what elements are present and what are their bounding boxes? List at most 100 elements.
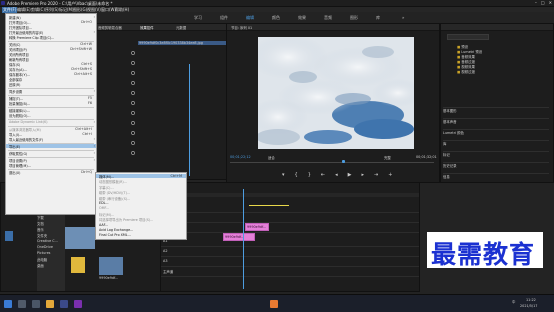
file-menu-item[interactable]: 同步设置 ›: [6, 89, 96, 94]
export-menu-item[interactable]: Avid Log Exchange...: [96, 228, 186, 232]
export-menu-item[interactable]: 磁带 (DV/HDV)(T)...: [96, 190, 186, 195]
premiere-taskbar-icon[interactable]: [60, 300, 68, 308]
file-menu-item[interactable]: 刷新所有项目: [6, 57, 96, 62]
effects-search-input[interactable]: [447, 34, 489, 40]
program-fit-select[interactable]: 适合: [268, 155, 275, 160]
section-libraries[interactable]: 库: [443, 140, 549, 151]
export-menu-item[interactable]: OMF...: [96, 206, 186, 210]
file-menu-item[interactable]: 保存副本(Y)... Ctrl+Alt+S: [6, 72, 96, 77]
file-menu-item[interactable]: 导入最近使用的文件(F) ›: [6, 137, 96, 142]
mark-in-icon[interactable]: {: [295, 172, 298, 178]
export-menu-item[interactable]: EDL...: [96, 201, 186, 205]
tab-assembly[interactable]: 组件: [220, 15, 228, 21]
file-menu-item[interactable]: 导出(E) ›: [6, 144, 96, 149]
tab-graphics[interactable]: 图形: [350, 15, 358, 21]
timeline-clip-v2[interactable]: 9990e9df...: [245, 223, 269, 231]
program-time-ruler[interactable]: [230, 162, 434, 163]
add-button-icon[interactable]: +: [388, 172, 392, 178]
file-menu-item[interactable]: 捕捉(T)... F5: [6, 96, 96, 101]
project-folder-item[interactable]: 桌面: [37, 263, 65, 269]
file-menu-item[interactable]: 打开项目(O)... Ctrl+O: [6, 20, 96, 25]
export-menu-item[interactable]: 字幕(C)...: [96, 185, 186, 190]
program-timecode-current[interactable]: 00;01;22;12: [230, 155, 251, 159]
tab-effects[interactable]: 效果: [298, 15, 306, 21]
file-menu-item[interactable]: 全部保存: [6, 77, 96, 82]
work-area-bar[interactable]: [249, 205, 289, 206]
export-menu-item[interactable]: 磁带 (串行设备)(S)...: [96, 196, 186, 201]
step-back-icon[interactable]: ◂: [335, 172, 338, 178]
search-icon[interactable]: [18, 300, 26, 308]
taskbar-date[interactable]: 2021/5/17: [520, 304, 537, 308]
track-a3[interactable]: A3: [161, 257, 419, 267]
tab-effect-controls[interactable]: 效果控件: [140, 25, 154, 30]
tab-more[interactable]: »: [402, 15, 404, 20]
export-menu-item[interactable]: Final Cut Pro XML...: [96, 233, 186, 237]
export-menu-item[interactable]: AAF...: [96, 223, 186, 227]
file-menu-item[interactable]: 关闭项目(P) Ctrl+Shift+W: [6, 47, 96, 52]
file-menu-item[interactable]: 保存(S) Ctrl+S: [6, 62, 96, 67]
folder-video-transitions[interactable]: ■ 视频过渡: [457, 69, 482, 74]
maximize-button[interactable]: □: [541, 0, 545, 5]
program-monitor-title[interactable]: 节目: 序列 01: [231, 25, 252, 30]
section-lumetri-color[interactable]: Lumetri 颜色: [443, 129, 549, 140]
file-menu-item[interactable]: 打开最近使用的内容(E) ›: [6, 30, 96, 35]
marker-icon[interactable]: ▾: [282, 172, 285, 178]
program-quality-select[interactable]: 完整: [384, 155, 391, 160]
tab-color[interactable]: 颜色: [272, 15, 280, 21]
export-menu-item[interactable]: 动态图形模板(R)...: [96, 179, 186, 184]
section-essential-sound[interactable]: 基本声音: [443, 118, 549, 129]
timeline-playhead[interactable]: [243, 189, 244, 289]
minimize-button[interactable]: –: [535, 0, 537, 5]
timeline-ruler[interactable]: [161, 193, 419, 197]
tab-metadata[interactable]: 元数据: [176, 25, 186, 30]
export-menu-item[interactable]: 媒体(M)... Ctrl+M: [96, 174, 186, 179]
file-menu-item[interactable]: Adobe Dynamic Link(K) ›: [6, 120, 96, 124]
tab-audio-mixer[interactable]: 音频剪辑混合器: [98, 25, 122, 30]
folder-thumbnail-icon[interactable]: [71, 257, 85, 273]
track-a2[interactable]: A2: [161, 247, 419, 257]
file-menu-item[interactable]: 项目管理(M)...: [6, 163, 96, 168]
file-menu-item[interactable]: 从媒体浏览器导入(M) Ctrl+Alt+I: [6, 127, 96, 132]
close-button[interactable]: ✕: [549, 0, 552, 5]
file-menu-item[interactable]: 链接媒体(L)...: [6, 108, 96, 113]
go-to-out-icon[interactable]: ⇥: [374, 172, 378, 178]
file-menu-item[interactable]: 关闭(C) Ctrl+W: [6, 42, 96, 47]
file-menu-item[interactable]: 还原(R): [6, 82, 96, 87]
file-menu-item[interactable]: 设为脱机(O)...: [6, 113, 96, 118]
file-explorer-icon[interactable]: [46, 300, 54, 308]
step-forward-icon[interactable]: ▸: [361, 172, 364, 178]
app-taskbar-icon[interactable]: [74, 300, 82, 308]
section-info[interactable]: 信息: [443, 173, 549, 184]
file-menu-item[interactable]: 项目设置(P) ›: [6, 158, 96, 163]
mark-out-icon[interactable]: }: [308, 172, 311, 178]
file-menu-item[interactable]: 获取属性(G) ›: [6, 151, 96, 156]
file-menu-item[interactable]: 打开团队项目...: [6, 25, 96, 30]
start-icon[interactable]: [4, 300, 12, 308]
track-master[interactable]: 主声道: [161, 267, 419, 277]
timeline-clip-v1[interactable]: 9990e9df...: [223, 233, 255, 241]
program-playhead[interactable]: [342, 160, 345, 163]
taskbar-lang[interactable]: 中: [512, 299, 515, 304]
menu-help[interactable]: 帮助(H): [114, 7, 130, 13]
project-thumbnail[interactable]: [65, 227, 95, 249]
section-essential-graphics[interactable]: 基本图形: [443, 107, 549, 118]
scroll-up-button[interactable]: [5, 231, 13, 241]
ime-toolbar-icon[interactable]: [270, 300, 278, 308]
track-a1[interactable]: A1: [161, 237, 419, 247]
export-menu-item[interactable]: 标记(M)...: [96, 212, 186, 217]
effect-playhead[interactable]: [189, 64, 190, 176]
file-menu-item[interactable]: 另存为(A)... Ctrl+Shift+S: [6, 67, 96, 72]
file-menu-item[interactable]: 退出(X) Ctrl+Q: [6, 170, 96, 175]
image-thumbnail[interactable]: [99, 257, 123, 275]
taskbar-time[interactable]: 11:22: [526, 298, 536, 302]
track-v1[interactable]: V1: [161, 223, 419, 233]
file-menu-item[interactable]: 新建(N) ›: [6, 15, 96, 20]
file-menu-item[interactable]: 关闭所有项目: [6, 52, 96, 57]
tab-editing[interactable]: 编辑: [246, 15, 254, 21]
file-menu-item[interactable]: 导入(I)... Ctrl+I: [6, 132, 96, 137]
go-to-in-icon[interactable]: ⇤: [321, 172, 325, 178]
section-history[interactable]: 历史记录: [443, 162, 549, 173]
tab-learn[interactable]: 学习: [194, 15, 202, 21]
keyframe-toggles-icon[interactable]: [130, 48, 136, 173]
section-markers[interactable]: 标记: [443, 151, 549, 162]
